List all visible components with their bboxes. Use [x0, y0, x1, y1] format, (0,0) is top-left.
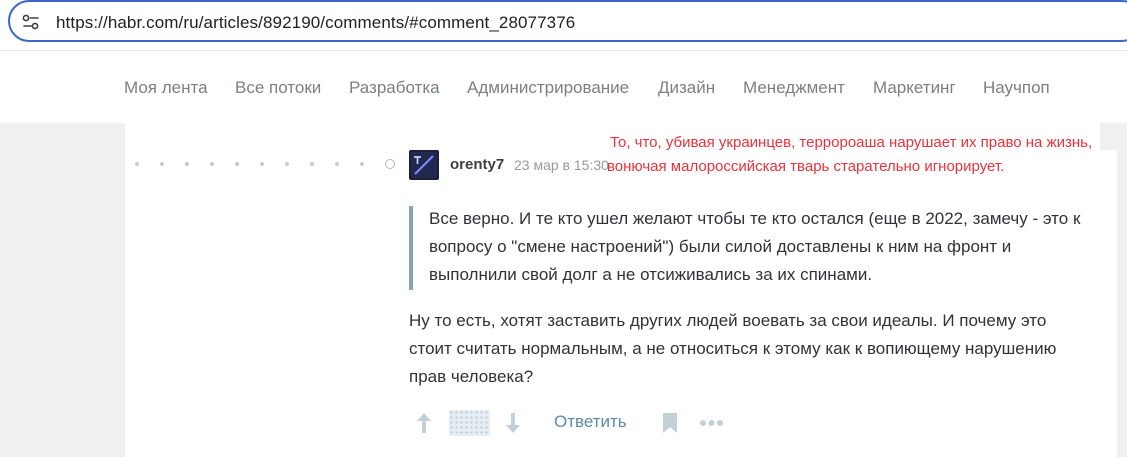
address-bar[interactable]: https://habr.com/ru/articles/892190/comm…	[8, 0, 1127, 42]
thread-dot	[135, 162, 139, 166]
comment-date[interactable]: 23 мар в 15:30	[514, 157, 609, 173]
thread-dot	[360, 162, 364, 166]
thread-dot	[185, 162, 189, 166]
nav-item-marketing[interactable]: Маркетинг	[873, 78, 956, 98]
thread-dot	[285, 162, 289, 166]
sidebar-column	[1100, 150, 1117, 457]
reply-button[interactable]: Ответить	[554, 412, 627, 432]
thread-dot	[335, 162, 339, 166]
vote-score-placeholder	[449, 410, 490, 436]
thread-dot	[310, 162, 314, 166]
bookmark-icon[interactable]	[661, 412, 679, 434]
avatar[interactable]	[409, 150, 439, 180]
blockquote-text: Все верно. И те кто ушел желают чтобы те…	[429, 209, 1081, 284]
nav-item-administration[interactable]: Администрирование	[467, 78, 629, 98]
site-settings-icon[interactable]	[22, 13, 40, 31]
nav-item-development[interactable]: Разработка	[349, 78, 440, 98]
nav-item-design[interactable]: Дизайн	[658, 78, 715, 98]
site-navigation: Моя лента Все потоки Разработка Админист…	[0, 51, 1127, 123]
comment-body: Ну то есть, хотят заставить других людей…	[409, 311, 1057, 386]
overlay-line: вонючая малороссийская тварь старательно…	[607, 158, 1005, 175]
thread-dot	[160, 162, 164, 166]
nav-item-management[interactable]: Менеджмент	[743, 78, 845, 98]
overlay-line: То, что, убивая украинцев, терророаша на…	[610, 134, 1093, 151]
thread-dot	[235, 162, 239, 166]
vote-up-icon[interactable]	[414, 410, 434, 436]
thread-dot	[260, 162, 264, 166]
vote-down-icon[interactable]	[503, 410, 523, 436]
nav-item-my-feed[interactable]: Моя лента	[124, 78, 208, 98]
thread-branch-marker[interactable]	[385, 159, 395, 169]
url-text[interactable]: https://habr.com/ru/articles/892190/comm…	[56, 13, 575, 33]
nav-item-all-streams[interactable]: Все потоки	[235, 78, 321, 98]
blockquote-bar	[409, 206, 413, 290]
comment-author[interactable]: orenty7	[450, 156, 504, 173]
more-options-icon[interactable]	[699, 419, 724, 427]
nav-item-popular-science[interactable]: Научпоп	[983, 78, 1050, 98]
overlay-annotation: То, что, убивая украинцев, терророаша на…	[607, 131, 1093, 179]
thread-dot	[210, 162, 214, 166]
